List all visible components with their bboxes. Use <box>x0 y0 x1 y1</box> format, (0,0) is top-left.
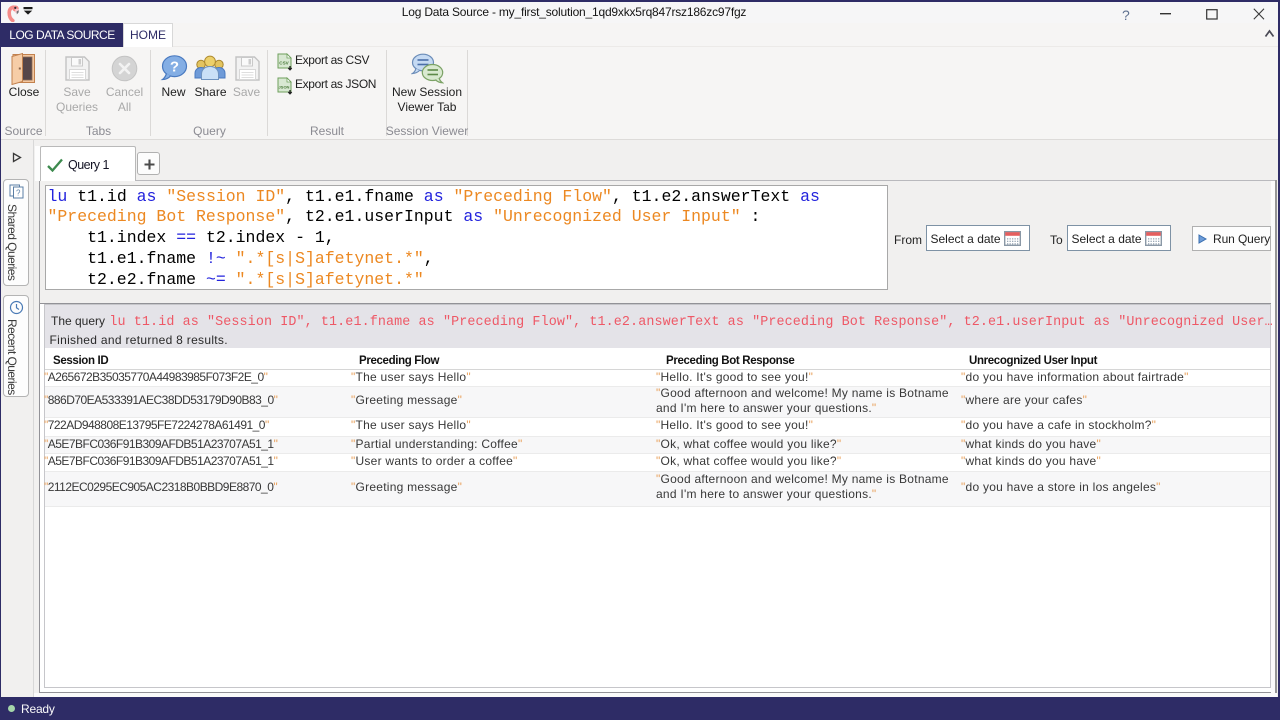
svg-text:?: ? <box>16 189 21 198</box>
svg-text:JSON: JSON <box>279 85 290 90</box>
svg-text:?: ? <box>170 59 179 76</box>
svg-text:CSV: CSV <box>279 61 289 66</box>
